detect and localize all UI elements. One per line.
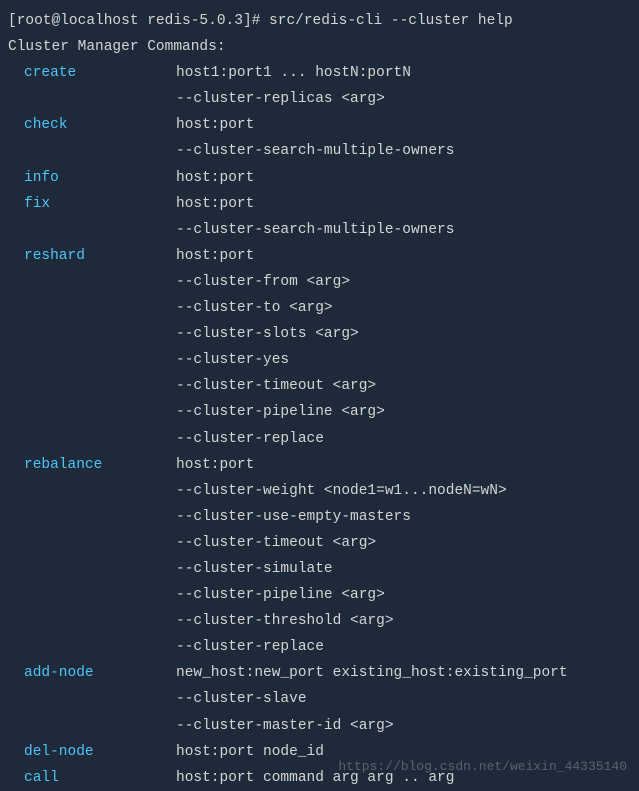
command-option: --cluster-replicas <arg>	[176, 86, 385, 112]
command-row: del-nodehost:port node_id	[8, 739, 631, 765]
command-option-row: --cluster-weight <node1=w1...nodeN=wN>	[8, 478, 631, 504]
command-arg: host:port	[176, 165, 254, 191]
terminal-prompt-line[interactable]: [root@localhost redis-5.0.3]# src/redis-…	[8, 8, 631, 34]
command-option: --cluster-simulate	[176, 556, 333, 582]
command-name: add-node	[24, 660, 176, 686]
command-option-row: --cluster-threshold <arg>	[8, 608, 631, 634]
command-name: create	[24, 60, 176, 86]
command-arg: host:port	[176, 452, 254, 478]
command-option-row: --cluster-slave	[8, 686, 631, 712]
command-name: fix	[24, 191, 176, 217]
command-option: --cluster-replace	[176, 426, 324, 452]
command-option: --cluster-yes	[176, 347, 289, 373]
command-row: reshardhost:port	[8, 243, 631, 269]
command-option-row: --cluster-replace	[8, 634, 631, 660]
command-name: del-node	[24, 739, 176, 765]
command-option-row: --cluster-simulate	[8, 556, 631, 582]
command-row: rebalancehost:port	[8, 452, 631, 478]
command-option-row: --cluster-search-multiple-owners	[8, 138, 631, 164]
command-name: reshard	[24, 243, 176, 269]
command-option: --cluster-search-multiple-owners	[176, 217, 454, 243]
command-arg: host1:port1 ... hostN:portN	[176, 60, 411, 86]
command-row: checkhost:port	[8, 112, 631, 138]
command-option: --cluster-threshold <arg>	[176, 608, 394, 634]
command-option: --cluster-slots <arg>	[176, 321, 359, 347]
command-option-row: --cluster-slots <arg>	[8, 321, 631, 347]
command-option-row: --cluster-timeout <arg>	[8, 530, 631, 556]
command-name: rebalance	[24, 452, 176, 478]
command-name: info	[24, 165, 176, 191]
command-arg: host:port	[176, 191, 254, 217]
command-option-row: --cluster-timeout <arg>	[8, 373, 631, 399]
command-option: --cluster-weight <node1=w1...nodeN=wN>	[176, 478, 507, 504]
command-option: --cluster-pipeline <arg>	[176, 582, 385, 608]
command-option-row: --cluster-replace	[8, 426, 631, 452]
command-option-row: --cluster-yes	[8, 347, 631, 373]
command-option: --cluster-replace	[176, 634, 324, 660]
command-option-row: --cluster-pipeline <arg>	[8, 582, 631, 608]
command-option: --cluster-to <arg>	[176, 295, 333, 321]
command-row: callhost:port command arg arg .. arg	[8, 765, 631, 791]
command-option: --cluster-pipeline <arg>	[176, 399, 385, 425]
command-option: --cluster-timeout <arg>	[176, 373, 376, 399]
command-option: --cluster-timeout <arg>	[176, 530, 376, 556]
command-row: fixhost:port	[8, 191, 631, 217]
command-name: check	[24, 112, 176, 138]
command-name: call	[24, 765, 176, 791]
command-option-row: --cluster-to <arg>	[8, 295, 631, 321]
output-header: Cluster Manager Commands:	[8, 34, 631, 60]
command-option-row: --cluster-pipeline <arg>	[8, 399, 631, 425]
command-option-row: --cluster-use-empty-masters	[8, 504, 631, 530]
command-option-row: --cluster-search-multiple-owners	[8, 217, 631, 243]
command-arg: host:port	[176, 112, 254, 138]
command-row: add-nodenew_host:new_port existing_host:…	[8, 660, 631, 686]
command-option: --cluster-from <arg>	[176, 269, 350, 295]
command-row: createhost1:port1 ... hostN:portN	[8, 60, 631, 86]
command-option: --cluster-master-id <arg>	[176, 713, 394, 739]
commands-list: createhost1:port1 ... hostN:portN--clust…	[8, 60, 631, 791]
command-arg: host:port command arg arg .. arg	[176, 765, 454, 791]
command-option: --cluster-search-multiple-owners	[176, 138, 454, 164]
command-arg: new_host:new_port existing_host:existing…	[176, 660, 568, 686]
command-option-row: --cluster-master-id <arg>	[8, 713, 631, 739]
command-option-row: --cluster-replicas <arg>	[8, 86, 631, 112]
command-option-row: --cluster-from <arg>	[8, 269, 631, 295]
command-arg: host:port node_id	[176, 739, 324, 765]
command-option: --cluster-slave	[176, 686, 307, 712]
command-row: infohost:port	[8, 165, 631, 191]
shell-prompt: [root@localhost redis-5.0.3]# src/redis-…	[8, 13, 513, 29]
command-arg: host:port	[176, 243, 254, 269]
command-option: --cluster-use-empty-masters	[176, 504, 411, 530]
